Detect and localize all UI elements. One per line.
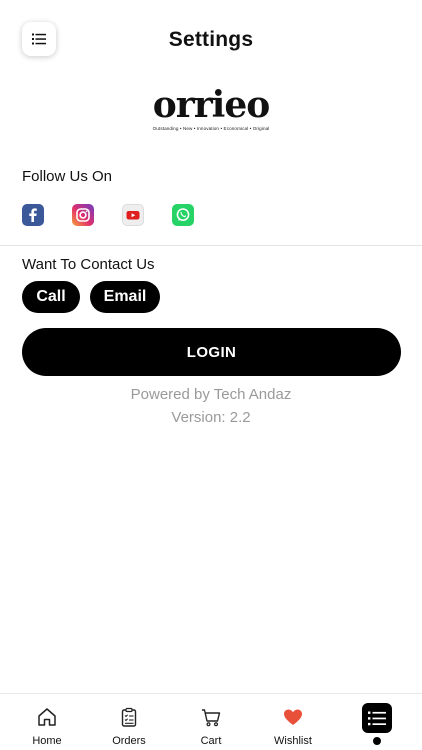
bottom-tab-bar: Home Orders Cart Wishlist (0, 693, 422, 750)
logo-wordmark: orrieo (152, 84, 271, 126)
follow-us-label: Follow Us On (22, 168, 113, 185)
tab-orders[interactable]: Orders (87, 694, 171, 750)
call-button[interactable]: Call (22, 281, 80, 313)
facebook-icon[interactable] (22, 204, 44, 226)
social-links (22, 204, 222, 228)
version-text: Version: 2.2 (171, 409, 251, 426)
tab-menu[interactable] (335, 694, 419, 750)
home-icon (38, 708, 56, 726)
tab-cart[interactable]: Cart (169, 694, 253, 750)
active-tab-indicator (373, 737, 381, 745)
email-button[interactable]: Email (90, 281, 160, 313)
menu-list-icon (362, 703, 392, 733)
instagram-icon[interactable] (72, 204, 94, 226)
logo-tagline: Outstanding • New • Innovation • Economi… (152, 126, 270, 131)
brand-logo: orrieo Outstanding • New • Innovation • … (150, 86, 272, 136)
tab-home[interactable]: Home (5, 694, 89, 750)
tab-wishlist[interactable]: Wishlist (251, 694, 335, 750)
contact-us-label: Want To Contact Us (22, 256, 155, 273)
login-button[interactable]: LOGIN (22, 328, 401, 376)
tab-wishlist-label: Wishlist (274, 735, 312, 747)
tab-home-label: Home (32, 735, 62, 747)
cart-icon (202, 709, 221, 727)
tab-cart-label: Cart (200, 735, 222, 747)
powered-by-text: Powered by Tech Andaz (130, 386, 292, 403)
clipboard-icon (121, 707, 137, 727)
section-divider (0, 245, 422, 246)
page-title: Settings (168, 28, 254, 51)
youtube-icon[interactable] (122, 204, 144, 226)
tab-orders-label: Orders (112, 735, 146, 747)
header: Settings (0, 0, 422, 80)
whatsapp-icon[interactable] (172, 204, 194, 226)
heart-icon (284, 709, 302, 725)
